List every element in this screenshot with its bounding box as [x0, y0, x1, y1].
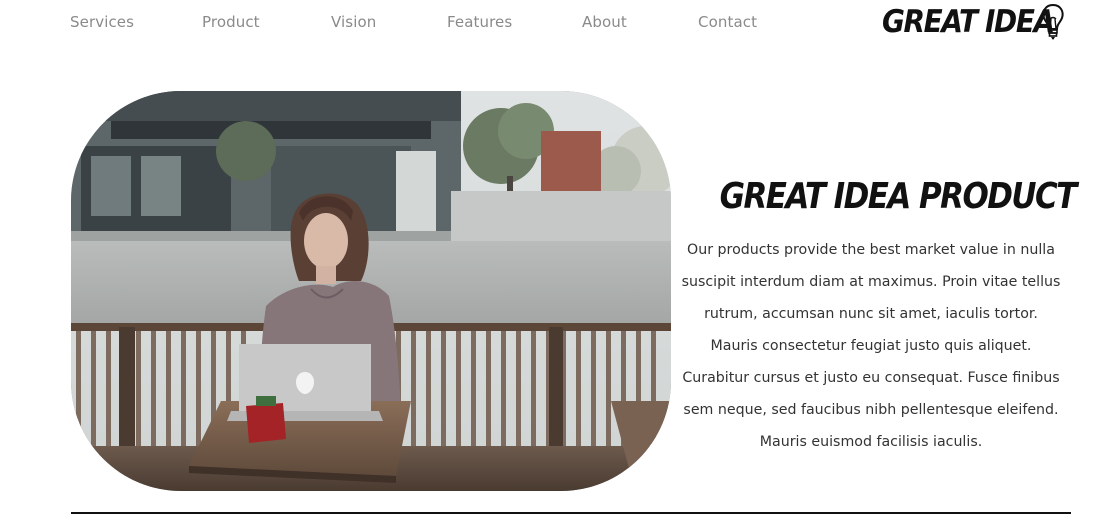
nav-link-product[interactable]: Product [202, 13, 260, 31]
nav-link-vision[interactable]: Vision [331, 13, 376, 31]
section-description: Our products provide the best market val… [681, 242, 1061, 450]
lightbulb-icon [1042, 3, 1064, 40]
top-navigation: Services Product Vision Features About C… [0, 0, 800, 46]
logo-text: GREAT IDEA [882, 4, 1055, 40]
hero-photo-illustration [71, 91, 671, 491]
nav-link-services[interactable]: Services [70, 13, 134, 31]
nav-link-contact[interactable]: Contact [698, 13, 757, 31]
hero-image [71, 91, 671, 491]
nav-link-features[interactable]: Features [447, 13, 512, 31]
nav-link-about[interactable]: About [582, 13, 627, 31]
section-title: GREAT IDEA PRODUCT [719, 176, 1078, 218]
page: Services Product Vision Features About C… [0, 0, 1117, 527]
section-divider [71, 512, 1071, 514]
site-logo[interactable]: GREAT IDEA [882, 2, 1073, 42]
